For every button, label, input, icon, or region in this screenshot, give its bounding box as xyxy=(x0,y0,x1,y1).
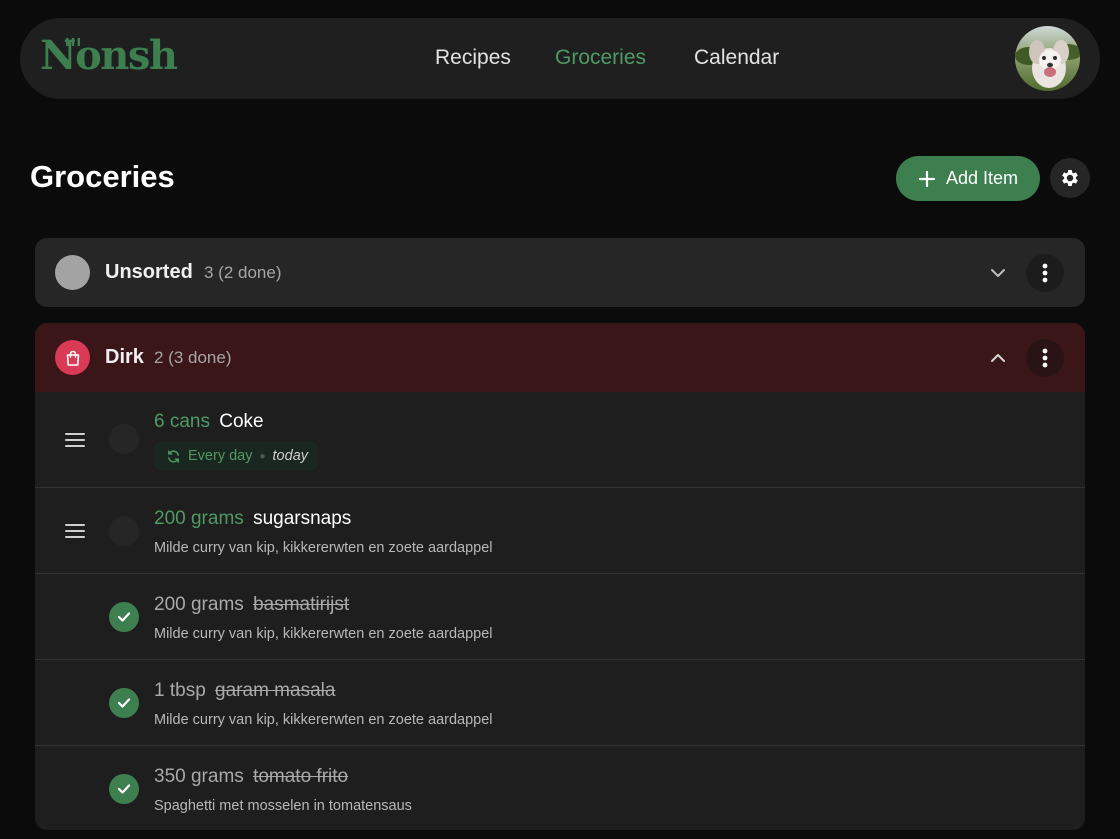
recurrence-text: Every day xyxy=(188,448,253,464)
plus-icon xyxy=(918,170,936,187)
item-recipe: Milde curry van kip, kikkererwten en zoe… xyxy=(154,712,493,728)
store-name: Unsorted xyxy=(105,261,193,283)
item-checkbox[interactable] xyxy=(109,424,139,454)
item-recipe: Spaghetti met mosselen in tomatensaus xyxy=(154,798,412,814)
add-item-button[interactable]: Add Item xyxy=(896,156,1040,201)
item-quantity: 1 tbsp xyxy=(154,680,206,701)
checkmark-icon xyxy=(117,698,131,708)
checkmark-icon xyxy=(117,612,131,622)
item-name: Coke xyxy=(219,411,264,432)
separator-dot: ● xyxy=(259,450,266,462)
drag-handle-icon[interactable] xyxy=(65,523,85,539)
list-item[interactable]: 200 grams sugarsnaps Milde curry van kip… xyxy=(35,487,1085,573)
checkmark-icon xyxy=(117,784,131,794)
item-recipe: Milde curry van kip, kikkererwten en zoe… xyxy=(154,540,493,556)
item-checkbox[interactable] xyxy=(109,516,139,546)
grocery-items-list: 6 cans Coke Every day ● today 200 grams … xyxy=(35,392,1085,830)
drag-handle-icon[interactable] xyxy=(65,432,85,448)
shopping-bag-icon xyxy=(55,340,90,375)
store-menu-button[interactable] xyxy=(1026,338,1064,377)
store-dirk-header[interactable]: Dirk 2 (3 done) xyxy=(35,323,1085,392)
more-vertical-icon xyxy=(1042,263,1048,282)
item-text: 200 grams basmatirijst xyxy=(154,594,349,616)
chevron-up-icon[interactable] xyxy=(988,348,1008,368)
add-item-label: Add Item xyxy=(945,168,1019,188)
item-recipe: Milde curry van kip, kikkererwten en zoe… xyxy=(154,626,493,642)
top-nav-bar: Nonsh Recipes Groceries Calendar xyxy=(20,18,1100,99)
more-vertical-icon xyxy=(1042,348,1048,367)
item-quantity: 350 grams xyxy=(154,766,244,787)
main-nav: Recipes Groceries Calendar xyxy=(20,18,1100,99)
item-checkbox-checked[interactable] xyxy=(109,688,139,718)
item-text: 1 tbsp garam masala xyxy=(154,680,335,702)
recurrence-badge[interactable]: Every day ● today xyxy=(154,441,319,471)
store-unsorted-header[interactable]: Unsorted 3 (2 done) xyxy=(35,238,1085,307)
list-item[interactable]: 6 cans Coke Every day ● today xyxy=(35,392,1085,487)
nav-groceries[interactable]: Groceries xyxy=(555,46,646,70)
list-item[interactable]: 350 grams tomato frito Spaghetti met mos… xyxy=(35,745,1085,830)
next-occurrence: today xyxy=(272,448,309,464)
nav-recipes[interactable]: Recipes xyxy=(435,46,511,70)
gear-icon xyxy=(1062,170,1078,186)
store-name: Dirk xyxy=(105,346,144,368)
repeat-icon xyxy=(168,449,179,463)
chevron-down-icon[interactable] xyxy=(988,263,1008,283)
item-name: tomato frito xyxy=(253,766,349,787)
item-text: 6 cans Coke xyxy=(154,411,264,433)
item-name: garam masala xyxy=(215,680,336,701)
unsorted-circle-icon xyxy=(55,255,90,290)
nav-calendar[interactable]: Calendar xyxy=(694,46,779,70)
list-item[interactable]: 1 tbsp garam masala Milde curry van kip,… xyxy=(35,659,1085,745)
store-count: 3 (2 done) xyxy=(204,262,282,282)
item-text: 200 grams sugarsnaps xyxy=(154,508,351,530)
item-quantity: 6 cans xyxy=(154,411,210,432)
page-title: Groceries xyxy=(30,159,175,194)
item-text: 350 grams tomato frito xyxy=(154,766,348,788)
list-item[interactable]: 200 grams basmatirijst Milde curry van k… xyxy=(35,573,1085,659)
user-avatar[interactable] xyxy=(1015,26,1080,91)
item-name: sugarsnaps xyxy=(253,508,352,529)
store-count: 2 (3 done) xyxy=(154,347,232,367)
item-checkbox-checked[interactable] xyxy=(109,774,139,804)
item-name: basmatirijst xyxy=(253,594,350,615)
settings-button[interactable] xyxy=(1050,158,1090,198)
item-quantity: 200 grams xyxy=(154,594,244,615)
item-checkbox-checked[interactable] xyxy=(109,602,139,632)
item-quantity: 200 grams xyxy=(154,508,244,529)
store-menu-button[interactable] xyxy=(1026,253,1064,292)
